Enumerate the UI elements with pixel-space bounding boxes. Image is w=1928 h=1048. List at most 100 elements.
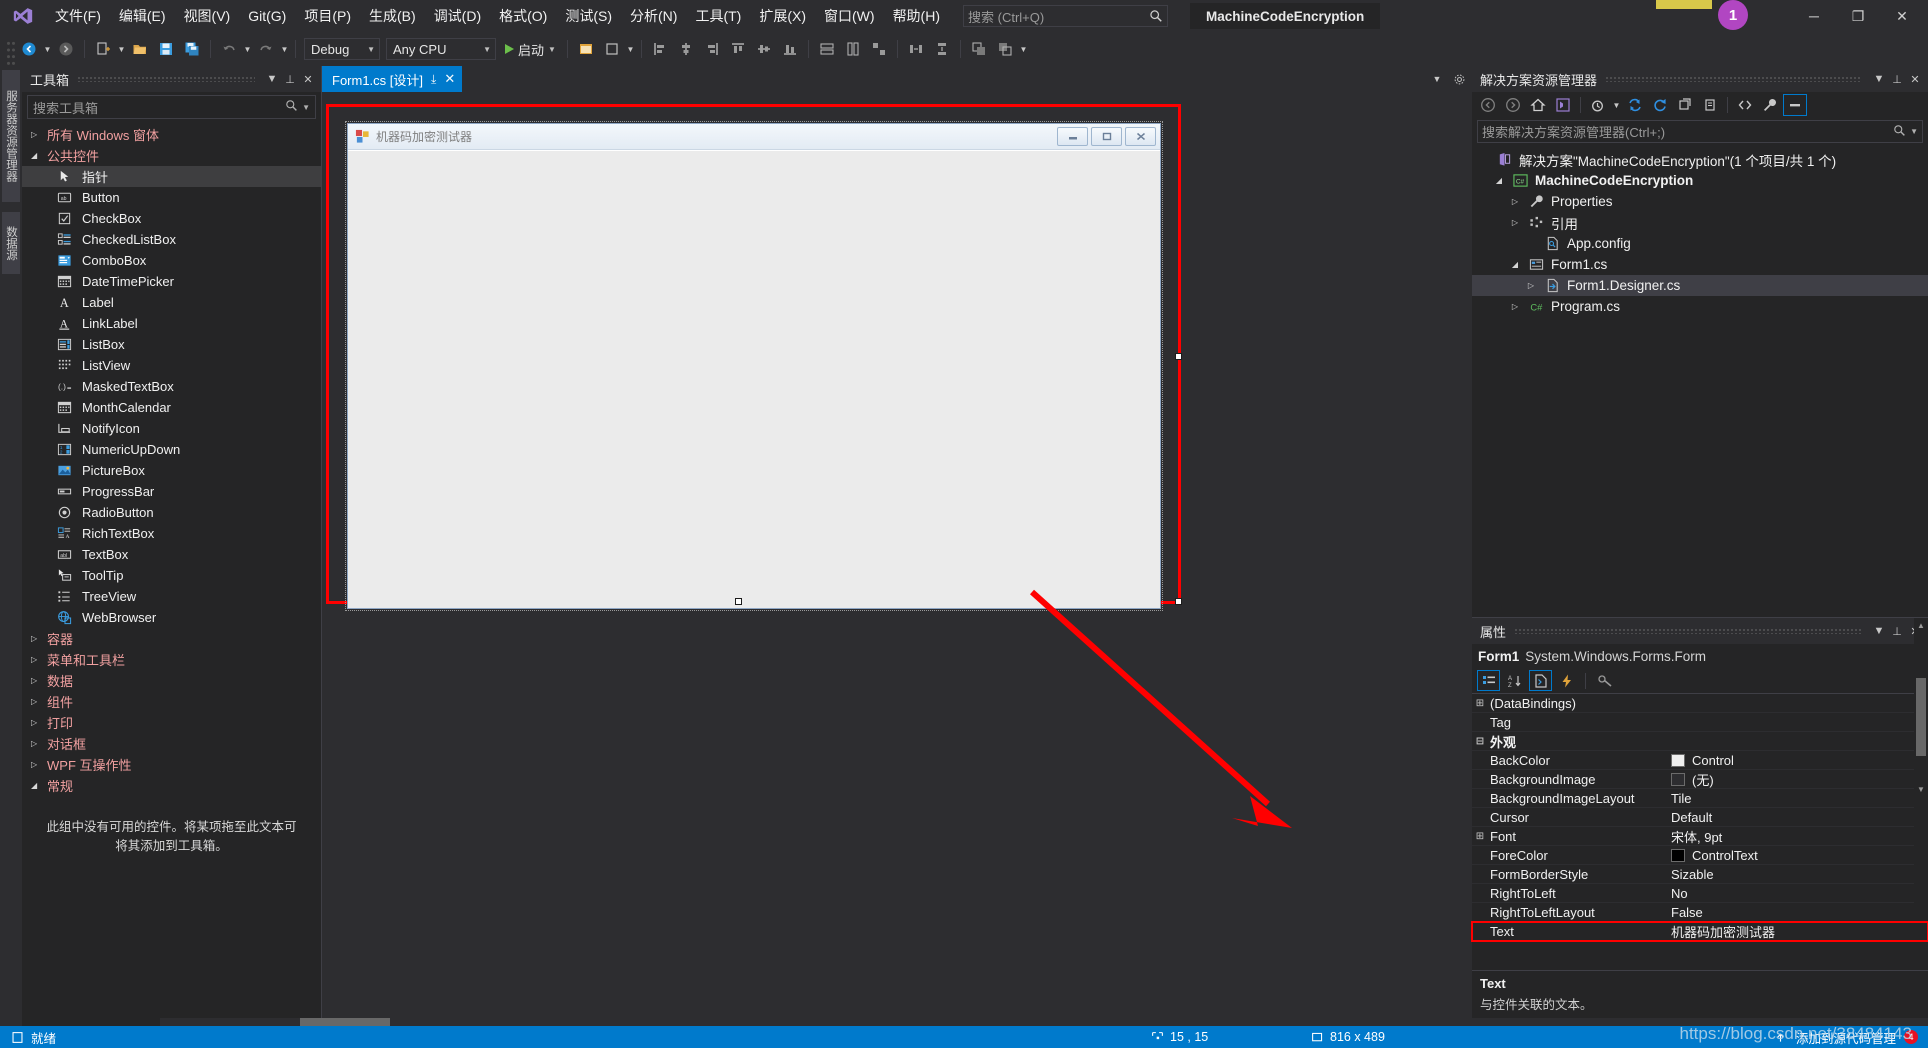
menu-item-debug[interactable]: 调试(D) [425, 1, 490, 31]
tree-node[interactable]: App.config [1472, 233, 1928, 254]
toolbox-item-list[interactable]: ▷ 所有 Windows 窗体 ◢ 公共控件 指针 ab Button CheckBox Che… [22, 124, 321, 1026]
save-button[interactable] [153, 37, 179, 61]
navigate-forward-button[interactable] [53, 37, 79, 61]
designer-align-button[interactable] [599, 37, 625, 61]
scrollbar-thumb[interactable] [1916, 678, 1926, 756]
property-value[interactable]: Tile [1666, 791, 1928, 806]
sln-pending-history-button[interactable] [1586, 94, 1610, 116]
chevron-right-icon[interactable]: ▷ [1524, 281, 1538, 290]
sln-collapse-all-button[interactable] [1673, 94, 1697, 116]
align-bottoms-button[interactable] [777, 37, 803, 61]
vtab-server-explorer[interactable]: 服务器资源管理器 [2, 70, 20, 202]
align-lefts-button[interactable] [647, 37, 673, 61]
winform-preview[interactable]: 机器码加密测试器 [347, 123, 1161, 609]
preview-selected-items-button[interactable] [573, 37, 599, 61]
menu-item-edit[interactable]: 编辑(E) [110, 1, 175, 31]
toolbox-item-combobox[interactable]: ComboBox [22, 250, 321, 271]
make-same-height-button[interactable] [840, 37, 866, 61]
menu-item-analyze[interactable]: 分析(N) [621, 1, 686, 31]
sln-sync-button[interactable] [1623, 94, 1647, 116]
toolbox-item-checkedlistbox[interactable]: CheckedListBox [22, 229, 321, 250]
horizontal-spacing-button[interactable] [903, 37, 929, 61]
sln-view-code-button[interactable] [1733, 94, 1757, 116]
toolbox-item-linklabel[interactable]: A LinkLabel [22, 313, 321, 334]
solution-explorer-dropdown-icon[interactable]: ▼ [1870, 70, 1888, 88]
make-same-width-button[interactable] [814, 37, 840, 61]
menu-item-project[interactable]: 项目(P) [295, 1, 360, 31]
solution-explorer-drag-dots[interactable] [1605, 76, 1862, 82]
sln-back-button[interactable] [1476, 94, 1500, 116]
property-value[interactable]: Default [1666, 810, 1928, 825]
toolbar-grip[interactable] [6, 40, 16, 65]
user-account-avatar[interactable]: 1 [1718, 0, 1748, 30]
menu-item-view[interactable]: 视图(V) [175, 1, 240, 31]
toolbox-item-label[interactable]: A Label [22, 292, 321, 313]
property-row[interactable]: ⊞ (DataBindings) [1472, 694, 1928, 713]
notification-badge[interactable]: 4 [1904, 1030, 1918, 1044]
bring-to-front-button[interactable] [966, 37, 992, 61]
toolbox-item-datetimepicker[interactable]: DateTimePicker [22, 271, 321, 292]
redo-button[interactable] [253, 37, 279, 61]
property-value[interactable]: 宋体, 9pt [1666, 827, 1928, 846]
resize-handle-corner[interactable] [1175, 598, 1182, 605]
toolbox-drag-dots[interactable] [77, 76, 255, 82]
menu-item-git[interactable]: Git(G) [239, 3, 295, 29]
solution-explorer-tree[interactable]: 解决方案"MachineCodeEncryption"(1 个项目/共 1 个)… [1472, 147, 1928, 317]
toolbox-item-monthcalendar[interactable]: MonthCalendar [22, 397, 321, 418]
redo-dropdown[interactable]: ▼ [279, 37, 290, 61]
tree-node[interactable]: ▷ 引用 [1472, 212, 1928, 233]
new-project-button[interactable] [90, 37, 116, 61]
sln-home-button[interactable] [1526, 94, 1550, 116]
toolbox-group[interactable]: ▷ 数据 [22, 670, 321, 691]
toolbox-item-listbox[interactable]: ListBox [22, 334, 321, 355]
property-row[interactable]: FormBorderStyle Sizable [1472, 865, 1928, 884]
properties-scrollbar[interactable]: ▲ ▼ [1914, 618, 1928, 1026]
toolbox-item-maskedtextbox[interactable]: (.) MaskedTextBox [22, 376, 321, 397]
properties-dropdown-icon[interactable]: ▼ [1870, 622, 1888, 640]
solution-explorer-pin-icon[interactable]: ⊥ [1888, 70, 1906, 88]
scroll-up-icon[interactable]: ▲ [1914, 618, 1928, 632]
form-designer-frame[interactable]: 机器码加密测试器 [345, 121, 1163, 611]
scrollbar-thumb[interactable] [300, 1018, 390, 1026]
menu-item-help[interactable]: 帮助(H) [884, 1, 949, 31]
property-pages-button[interactable] [1593, 670, 1616, 691]
toolbox-group[interactable]: ▷ WPF 互操作性 [22, 754, 321, 775]
tab-pin-icon[interactable]: ⤓ [431, 72, 436, 87]
winform-maximize-button[interactable] [1091, 127, 1122, 146]
save-all-button[interactable] [179, 37, 205, 61]
property-value[interactable]: Sizable [1666, 867, 1928, 882]
property-row[interactable]: ⊟ 外观 [1472, 732, 1928, 751]
toolbox-close-icon[interactable]: ✕ [299, 70, 317, 88]
toolbox-item-numericupdown[interactable]: 1 2 NumericUpDown [22, 439, 321, 460]
toolbox-group[interactable]: ▷ 对话框 [22, 733, 321, 754]
expander-icon[interactable]: ⊞ [1472, 698, 1488, 709]
window-minimize-button[interactable]: ─ [1792, 1, 1836, 31]
navigate-backward-dropdown[interactable]: ▼ [42, 37, 53, 61]
undo-button[interactable] [216, 37, 242, 61]
property-row[interactable]: ⊞ Font 宋体, 9pt [1472, 827, 1928, 846]
winform-client-area[interactable] [348, 150, 1160, 608]
toolbox-item-listview[interactable]: ListView [22, 355, 321, 376]
vtab-data-sources[interactable]: 数据源 [2, 212, 20, 274]
property-value[interactable]: 机器码加密测试器 [1666, 922, 1928, 941]
sln-pending-changes-button[interactable] [1551, 94, 1575, 116]
properties-pin-icon[interactable]: ⊥ [1888, 622, 1906, 640]
undo-dropdown[interactable]: ▼ [242, 37, 253, 61]
sln-preview-selected-button[interactable] [1783, 94, 1807, 116]
toolbox-group[interactable]: ◢ 常规 [22, 775, 321, 796]
toolbox-item-treeview[interactable]: TreeView [22, 586, 321, 607]
solution-explorer-close-icon[interactable]: ✕ [1906, 70, 1924, 88]
tab-list-dropdown-icon[interactable]: ▼ [1428, 69, 1446, 89]
quick-search-box[interactable]: 搜索 (Ctrl+Q) [963, 5, 1168, 27]
chevron-right-icon[interactable]: ▷ [1508, 197, 1522, 206]
chevron-right-icon[interactable]: ▷ [1508, 218, 1522, 227]
start-debug-button[interactable]: 启动 ▼ [499, 37, 562, 61]
tree-node[interactable]: ▷ C# Program.cs [1472, 296, 1928, 317]
toolbox-item-button[interactable]: ab Button [22, 187, 321, 208]
menu-item-tools[interactable]: 工具(T) [686, 1, 750, 31]
toolbox-dropdown-icon[interactable]: ▼ [263, 70, 281, 88]
sln-forward-button[interactable] [1501, 94, 1525, 116]
resize-handle-right[interactable] [1175, 353, 1182, 360]
solution-explorer-search-input[interactable]: 搜索解决方案资源管理器(Ctrl+;) ▼ [1477, 120, 1923, 143]
events-view-button[interactable] [1555, 670, 1578, 691]
